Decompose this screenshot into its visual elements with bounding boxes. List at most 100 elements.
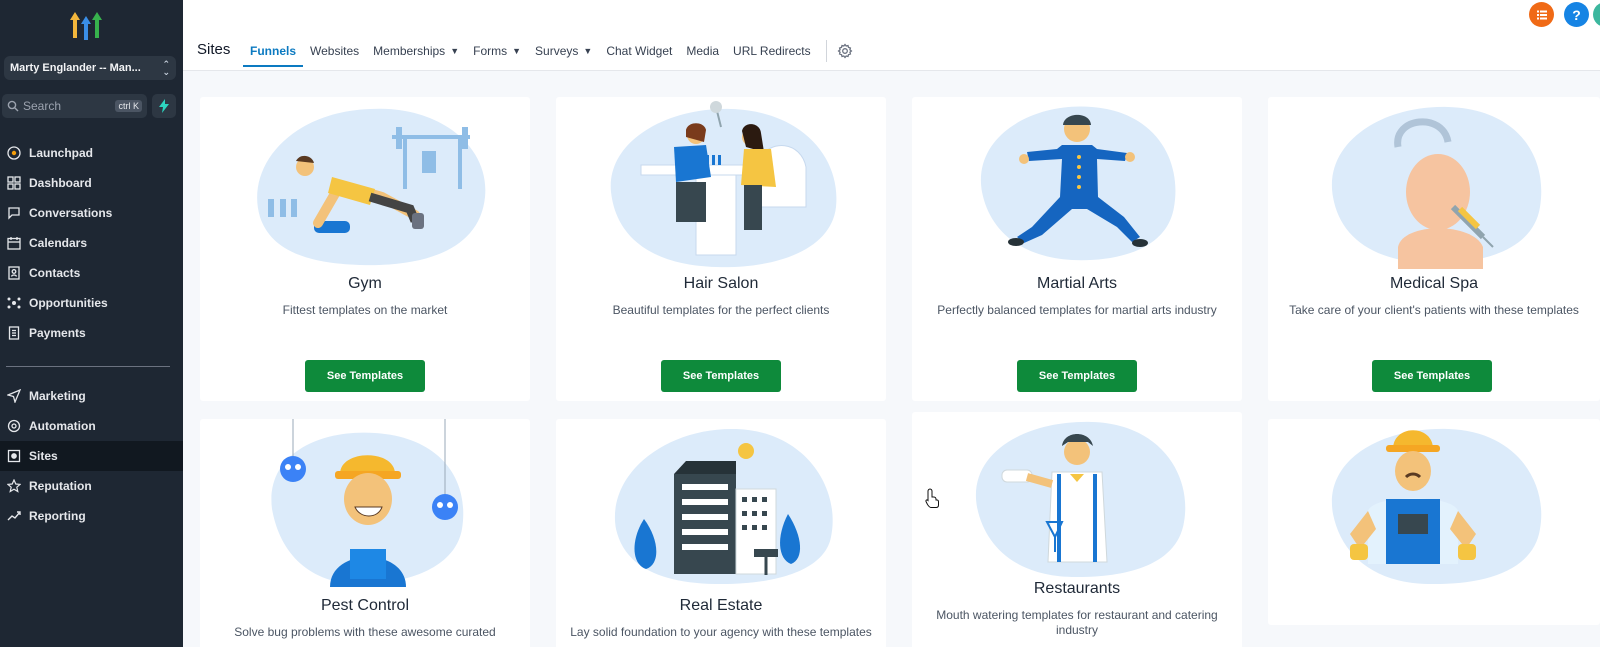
account-name: Marty Englander -- Man... [10,62,141,74]
tab-url-redirects[interactable]: URL Redirects [726,36,818,66]
sidebar-item-opportunities[interactable]: Opportunities [0,288,183,318]
gear-icon [837,43,853,59]
template-card-martial-arts: Martial Arts Perfectly balanced template… [912,97,1242,401]
tab-funnels[interactable]: Funnels [243,36,304,67]
tab-label: Media [686,44,720,58]
tab-chat-widget[interactable]: Chat Widget [599,36,679,66]
notifications-button[interactable] [1529,2,1554,27]
sidebar-item-launchpad[interactable]: Launchpad [0,138,183,168]
see-templates-button[interactable]: See Templates [661,360,781,392]
top-navigation-bar: Sites Funnels Websites Memberships ▼ Form… [183,0,1600,71]
sidebar-nav-secondary: Marketing Automation Sites Reputation Re… [0,381,183,531]
sidebar-item-label: Dashboard [29,176,92,190]
template-card-construction [1268,419,1600,625]
card-title: Real Estate [679,597,763,614]
sidebar-item-calendars[interactable]: Calendars [0,228,183,258]
tab-label: Forms [473,44,508,58]
mouse-cursor-icon [925,488,939,513]
card-description: Take care of your client's patients with… [1289,303,1579,317]
martial-arts-illustration [912,97,1242,269]
chevron-down-icon: ▼ [450,46,460,56]
sidebar-item-conversations[interactable]: Conversations [0,198,183,228]
template-card-restaurants: Restaurants Mouth watering templates for… [912,412,1242,647]
chevron-down-icon: ▼ [512,46,522,56]
trend-icon [6,509,21,524]
sidebar-item-label: Payments [29,326,86,340]
search-placeholder: Search [23,99,62,113]
tab-label: Chat Widget [606,44,673,58]
chevron-updown-icon: ⌃ ⌄ [162,59,170,77]
chevron-down-icon: ▼ [583,46,593,56]
sidebar-item-label: Contacts [29,266,81,280]
sidebar-item-automation[interactable]: Automation [0,411,183,441]
construction-illustration [1268,419,1600,589]
sidebar-item-reputation[interactable]: Reputation [0,471,183,501]
search-input[interactable]: Search ctrl K [2,94,147,118]
see-templates-button[interactable]: See Templates [1017,360,1137,392]
see-templates-button[interactable]: See Templates [305,360,425,392]
card-description: Perfectly balanced templates for martial… [937,303,1217,317]
account-switcher[interactable]: Marty Englander -- Man... ⌃ ⌄ [4,56,176,80]
sidebar-item-label: Conversations [29,206,113,220]
automation-icon [6,419,21,434]
settings-button[interactable] [837,43,853,59]
card-title: Hair Salon [683,275,759,292]
gym-illustration [200,97,530,269]
template-card-gym: Gym Fittest templates on the market See … [200,97,530,401]
star-icon [6,479,21,494]
sidebar-item-label: Reporting [29,509,86,523]
sidebar-item-contacts[interactable]: Contacts [0,258,183,288]
send-icon [6,389,21,404]
page-title: Sites [197,41,231,58]
tab-label: Surveys [535,44,579,58]
template-card-real-estate: Real Estate Lay solid foundation to your… [556,419,886,647]
card-title: Martial Arts [1036,275,1117,292]
card-description: Fittest templates on the market [282,303,448,317]
sidebar-divider [6,366,170,367]
restaurants-illustration [912,412,1242,580]
sidebar-item-label: Reputation [29,479,92,493]
search-shortcut: ctrl K [115,100,142,112]
sidebar-item-dashboard[interactable]: Dashboard [0,168,183,198]
card-title: Restaurants [1033,580,1121,597]
tab-divider [825,40,827,62]
see-templates-button[interactable]: See Templates [1372,360,1492,392]
help-button[interactable]: ? [1564,2,1589,27]
tab-memberships[interactable]: Memberships ▼ [366,36,466,66]
tab-label: Websites [310,44,360,58]
tab-surveys[interactable]: Surveys ▼ [528,36,599,66]
rocket-icon [6,146,21,161]
network-icon [6,296,21,311]
card-description: Mouth watering templates for restaurant … [936,608,1218,637]
tab-label: URL Redirects [733,44,811,58]
tab-label: Memberships [373,44,446,58]
quick-action-button[interactable] [152,94,176,118]
chat-icon [6,206,21,221]
sidebar-item-label: Launchpad [29,146,94,160]
sidebar-item-marketing[interactable]: Marketing [0,381,183,411]
medical-spa-illustration [1268,97,1600,269]
calendar-icon [6,236,21,251]
receipt-icon [6,326,21,341]
tab-forms[interactable]: Forms ▼ [466,36,528,66]
tab-websites[interactable]: Websites [303,36,366,66]
pest-control-illustration [200,419,530,587]
card-title: Medical Spa [1389,275,1479,292]
card-title: Pest Control [320,597,410,614]
app-logo[interactable] [67,8,105,42]
sidebar-item-payments[interactable]: Payments [0,318,183,348]
template-card-medical-spa: Medical Spa Take care of your client's p… [1268,97,1600,401]
template-card-pest-control: Pest Control Solve bug problems with the… [200,419,530,647]
avatar[interactable]: M [1593,2,1600,27]
sidebar-item-reporting[interactable]: Reporting [0,501,183,531]
sidebar-item-label: Opportunities [29,296,108,310]
tab-media[interactable]: Media [679,36,726,66]
card-description: Beautiful templates for the perfect clie… [612,303,830,317]
contacts-icon [6,266,21,281]
grid-icon [6,176,21,191]
template-card-hair-salon: Hair Salon Beautiful templates for the p… [556,97,886,401]
tab-label: Funnels [250,44,297,58]
card-description: Lay solid foundation to your agency with… [570,625,872,639]
sidebar-item-sites[interactable]: Sites [0,441,183,471]
sidebar-item-label: Calendars [29,236,88,250]
